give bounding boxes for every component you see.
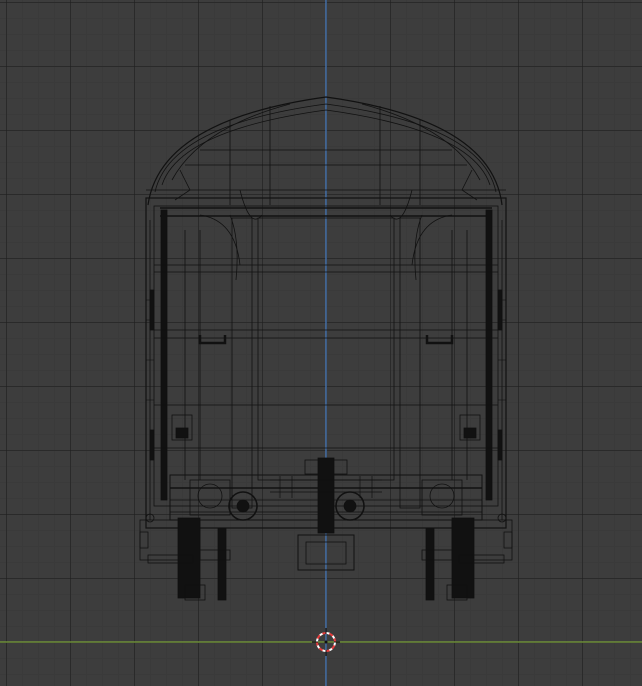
3d-viewport[interactable]	[0, 0, 642, 686]
viewport-canvas[interactable]	[0, 0, 642, 686]
3d-cursor-icon[interactable]	[312, 628, 340, 656]
